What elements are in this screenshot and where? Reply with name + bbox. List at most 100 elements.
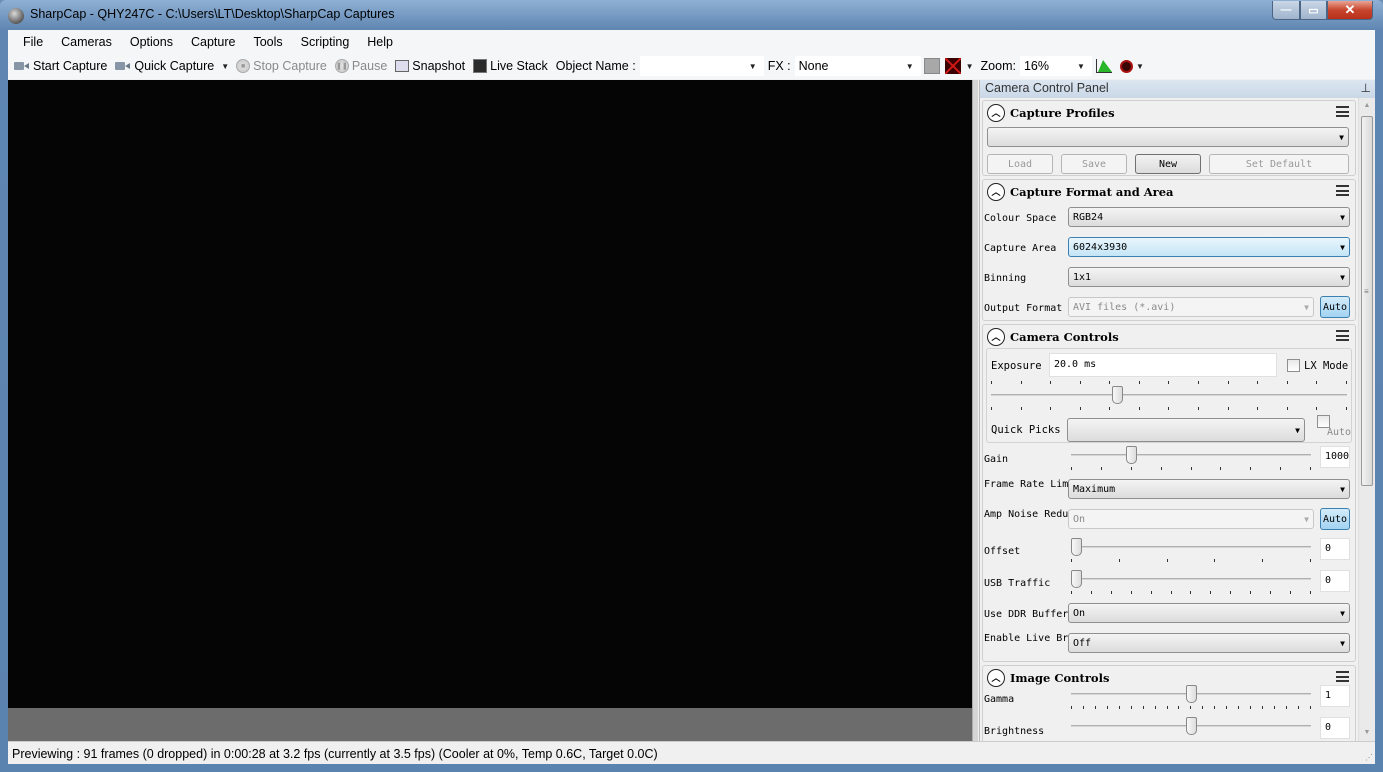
output-format-auto-button[interactable]: Auto <box>1320 296 1350 318</box>
amp-noise-reduction-value: On <box>1073 513 1086 525</box>
save-button[interactable]: Save <box>1061 154 1127 174</box>
menu-icon[interactable] <box>1336 185 1349 196</box>
gain-input[interactable]: 1000 <box>1320 446 1350 468</box>
gamma-slider-thumb[interactable] <box>1185 685 1197 703</box>
panel-scrollbar[interactable]: ▲ ≡ ▼ <box>1358 98 1375 741</box>
set-default-button[interactable]: Set Default <box>1209 154 1349 174</box>
pause-button[interactable]: ❚❚ Pause <box>331 59 391 73</box>
use-ddr-buffer-select[interactable]: On ▼ <box>1068 603 1350 623</box>
slider-tick <box>1289 591 1291 594</box>
menu-cameras[interactable]: Cameras <box>52 35 121 49</box>
resize-grip-icon[interactable]: ⋰ <box>1365 753 1373 762</box>
slider-tick <box>1190 706 1192 709</box>
pin-icon[interactable]: ⊥ <box>1361 81 1371 95</box>
slider-tick <box>991 407 992 410</box>
menu-file[interactable]: File <box>14 35 52 49</box>
minimize-button[interactable]: — <box>1272 1 1300 20</box>
offset-input[interactable]: 0 <box>1320 538 1350 560</box>
capture-format-title: Capture Format and Area <box>1010 184 1174 199</box>
usb-traffic-slider[interactable] <box>1071 569 1311 595</box>
maximize-button[interactable]: ▭ <box>1300 1 1327 20</box>
menu-tools[interactable]: Tools <box>244 35 291 49</box>
focus-assist-dropdown-icon[interactable]: ▼ <box>1133 62 1147 71</box>
lx-mode-checkbox[interactable] <box>1287 359 1300 372</box>
enable-live-broadcast-value: Off <box>1073 637 1092 649</box>
menu-options[interactable]: Options <box>121 35 182 49</box>
status-text: Previewing : 91 frames (0 dropped) in 0:… <box>12 747 658 761</box>
histogram-icon[interactable] <box>1095 59 1112 73</box>
menu-icon[interactable] <box>1336 671 1349 682</box>
slider-tick <box>1094 706 1096 709</box>
new-button[interactable]: New <box>1135 154 1201 174</box>
collapse-icon[interactable]: ︿ <box>987 668 1005 687</box>
reticule-icon[interactable] <box>944 58 961 74</box>
offset-slider-thumb[interactable] <box>1071 538 1082 556</box>
collapse-icon[interactable]: ︿ <box>987 182 1005 201</box>
scrollbar-thumb[interactable]: ≡ <box>1361 116 1373 486</box>
scroll-up-icon[interactable]: ▲ <box>1359 98 1375 114</box>
quick-capture-dropdown-icon[interactable]: ▼ <box>218 62 232 71</box>
slider-tick <box>1202 706 1204 709</box>
quick-picks-select[interactable]: ▼ <box>1067 418 1305 442</box>
reticule-dropdown-icon[interactable]: ▼ <box>963 62 977 71</box>
frame-rate-limit-select[interactable]: Maximum ▼ <box>1068 479 1350 499</box>
focus-assist-icon[interactable] <box>1119 59 1133 73</box>
slider-tick <box>1154 706 1156 709</box>
collapse-icon[interactable]: ︿ <box>987 327 1005 346</box>
exposure-input[interactable]: 20.0 ms <box>1049 353 1277 377</box>
live-stack-button[interactable]: Live Stack <box>469 59 552 73</box>
chevron-down-icon: ▼ <box>905 61 914 71</box>
binning-select[interactable]: 1x1 ▼ <box>1068 267 1350 287</box>
amp-noise-reduction-select[interactable]: On ▼ <box>1068 509 1314 529</box>
gamma-input[interactable]: 1 <box>1320 685 1350 707</box>
colour-space-select[interactable]: RGB24 ▼ <box>1068 207 1350 227</box>
gain-slider-thumb[interactable] <box>1125 446 1137 464</box>
gain-slider[interactable] <box>1071 445 1311 471</box>
slider-tick <box>1262 706 1263 709</box>
fx-combo[interactable]: None ▼ <box>794 56 921 76</box>
brightness-slider-thumb[interactable] <box>1185 717 1197 735</box>
zoom-combo[interactable]: 16% ▼ <box>1019 56 1092 76</box>
enable-live-broadcast-select[interactable]: Off ▼ <box>1068 633 1350 653</box>
close-button[interactable]: ✕ <box>1327 1 1373 20</box>
capture-area-select[interactable]: 6024x3930 ▼ <box>1068 237 1350 257</box>
object-name-combo[interactable]: ▼ <box>639 56 764 76</box>
slider-tick <box>1238 706 1240 709</box>
menu-icon[interactable] <box>1336 330 1349 341</box>
brightness-label: Brightness <box>984 726 1045 737</box>
capture-format-group: ︿ Capture Format and Area Colour Space R… <box>982 179 1356 321</box>
menu-scripting[interactable]: Scripting <box>292 35 359 49</box>
usb-traffic-slider-thumb[interactable] <box>1071 570 1082 588</box>
gamma-slider[interactable] <box>1071 684 1311 710</box>
slider-tick <box>1166 706 1168 709</box>
capture-profile-select[interactable]: ▼ <box>987 127 1349 147</box>
usb-traffic-input[interactable]: 0 <box>1320 570 1350 592</box>
select-area-icon[interactable] <box>923 58 940 74</box>
load-button[interactable]: Load <box>987 154 1053 174</box>
brightness-slider[interactable] <box>1071 716 1311 741</box>
image-controls-group: ︿ Image Controls Gamma 1 Brightness 0 <box>982 665 1356 741</box>
snapshot-button[interactable]: Snapshot <box>391 59 469 73</box>
preview-image-area[interactable] <box>8 80 972 708</box>
panel-splitter[interactable] <box>972 80 978 741</box>
scroll-down-icon[interactable]: ▼ <box>1359 725 1375 741</box>
brightness-input[interactable]: 0 <box>1320 717 1350 739</box>
slider-tick <box>1220 467 1222 470</box>
collapse-icon[interactable]: ︿ <box>987 103 1005 122</box>
output-format-select[interactable]: AVI files (*.avi) ▼ <box>1068 297 1314 317</box>
stop-capture-button[interactable]: ■ Stop Capture <box>232 59 331 73</box>
menu-capture[interactable]: Capture <box>182 35 244 49</box>
start-capture-button[interactable]: Start Capture <box>10 59 111 73</box>
exposure-slider-thumb[interactable] <box>1111 386 1123 404</box>
menu-help[interactable]: Help <box>358 35 402 49</box>
amp-noise-auto-button[interactable]: Auto <box>1320 508 1350 530</box>
slider-tick <box>1130 706 1132 709</box>
slider-tick <box>1250 591 1252 594</box>
exposure-slider[interactable] <box>991 381 1347 411</box>
slider-tick <box>1079 407 1081 410</box>
offset-slider[interactable] <box>1071 537 1311 563</box>
menu-icon[interactable] <box>1336 106 1349 117</box>
object-name-label: Object Name : <box>555 59 636 73</box>
quick-capture-button[interactable]: Quick Capture <box>111 59 218 73</box>
slider-tick <box>1214 706 1216 709</box>
